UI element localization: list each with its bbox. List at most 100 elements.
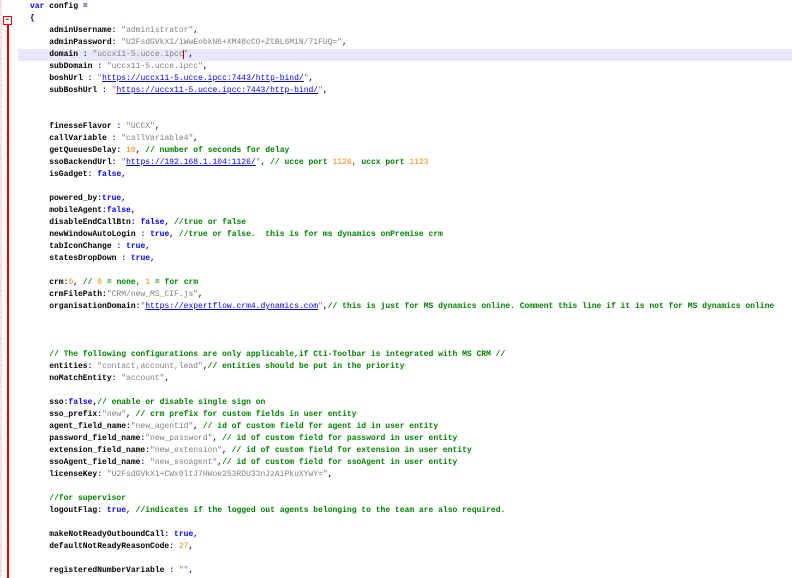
code-token: "callVariable4" xyxy=(121,134,193,143)
code-line[interactable]: { xyxy=(18,13,792,25)
code-line[interactable] xyxy=(18,517,792,529)
code-line[interactable]: powered_by:true, xyxy=(18,193,792,205)
code-area[interactable]: var config ={ adminUsername: "administra… xyxy=(18,1,792,577)
code-line[interactable]: licenseKey: "U2FsdGVkX1+CWx0ltJ7HWoe253R… xyxy=(18,469,792,481)
code-line[interactable]: noMatchEntity: "account", xyxy=(18,373,792,385)
code-line[interactable]: //for supervisor xyxy=(18,493,792,505)
code-line[interactable]: crm:0, // 0 = none, 1 = for crm xyxy=(18,277,792,289)
fold-guide-line xyxy=(7,25,9,578)
code-line[interactable]: organisationDomain:"https://expertflow.c… xyxy=(18,301,792,313)
code-line[interactable] xyxy=(18,97,792,109)
code-token: defaultNotReadyReasonCode xyxy=(49,542,169,551)
code-token xyxy=(30,410,49,419)
code-line[interactable]: newWindowAutoLogin : true, //true or fal… xyxy=(18,229,792,241)
code-line[interactable]: defaultNotReadyReasonCode: 27, xyxy=(18,541,792,553)
code-token xyxy=(30,62,49,71)
code-line[interactable] xyxy=(18,337,792,349)
url-link[interactable]: https://192.168.1.104:1126/ xyxy=(126,158,256,167)
code-line[interactable]: // The following configurations are only… xyxy=(18,349,792,361)
fold-collapse-icon[interactable]: - xyxy=(3,16,12,25)
code-line[interactable]: agent_field_name:"new_agentid", // id of… xyxy=(18,421,792,433)
code-line[interactable]: adminUsername: "administrator", xyxy=(18,25,792,37)
code-token: 1123 xyxy=(409,158,428,167)
code-token xyxy=(30,434,49,443)
code-line[interactable]: mobileAgent:false, xyxy=(18,205,792,217)
code-line[interactable]: callVariable : "callVariable4", xyxy=(18,133,792,145)
code-token xyxy=(30,122,49,131)
code-token: logoutFlag xyxy=(49,506,97,515)
code-line[interactable] xyxy=(18,553,792,565)
code-token: registeredNumberVariable xyxy=(49,566,164,575)
code-token: true xyxy=(107,506,126,515)
code-token xyxy=(30,374,49,383)
code-token: // number of seconds for delay xyxy=(145,146,289,155)
code-token: // id of custom field for extension in u… xyxy=(232,446,472,455)
code-token: , xyxy=(193,530,198,539)
code-line[interactable]: makeNotReadyOutboundCall: true, xyxy=(18,529,792,541)
code-line[interactable] xyxy=(18,265,792,277)
code-token: , xyxy=(193,26,198,35)
code-line[interactable]: finesseFlavor : "UCCX", xyxy=(18,121,792,133)
code-token: // ucce port xyxy=(270,158,332,167)
code-line[interactable]: password_field_name:"new_password", // i… xyxy=(18,433,792,445)
code-line[interactable]: statesDropDown : true, xyxy=(18,253,792,265)
code-line[interactable]: ssoAgent_field_name: "new_ssoagent",// i… xyxy=(18,457,792,469)
code-token: , xyxy=(198,290,203,299)
code-token: callVariable xyxy=(49,134,107,143)
code-token xyxy=(30,350,49,359)
code-token: // this is just for MS dynamics online. … xyxy=(328,302,774,311)
code-token: "new_ssoagent" xyxy=(150,458,217,467)
code-line[interactable]: domain : "uccx11-5.ucce.ipcc", xyxy=(18,49,792,61)
code-line[interactable]: subDomain : "uccx11-5.ucce.ipcc", xyxy=(18,61,792,73)
code-line[interactable]: sso:false,// enable or disable single si… xyxy=(18,397,792,409)
code-token: "new_extension" xyxy=(150,446,222,455)
code-token: true xyxy=(174,530,193,539)
code-token xyxy=(30,278,49,287)
code-line[interactable]: sso_prefix:"new", // crm prefix for cust… xyxy=(18,409,792,421)
code-line[interactable] xyxy=(18,385,792,397)
code-token: "UCCX" xyxy=(126,122,155,131)
code-line[interactable]: getQueuesDelay: 10, // number of seconds… xyxy=(18,145,792,157)
code-line[interactable] xyxy=(18,481,792,493)
code-line[interactable] xyxy=(18,313,792,325)
code-line[interactable] xyxy=(18,325,792,337)
code-token: ssoAgent_field_name xyxy=(49,458,140,467)
code-line[interactable]: var config = xyxy=(18,1,792,13)
code-token xyxy=(30,458,49,467)
url-link[interactable]: https://uccx11-5.ucce.ipcc:7443/http-bin… xyxy=(116,86,318,95)
code-token xyxy=(30,206,49,215)
code-editor[interactable]: - var config ={ adminUsername: "administ… xyxy=(0,0,792,578)
code-line[interactable]: entities: "contact,account,lead",// enti… xyxy=(18,361,792,373)
code-token xyxy=(30,170,49,179)
code-line[interactable]: boshUrl : "https://uccx11-5.ucce.ipcc:74… xyxy=(18,73,792,85)
code-token: noMatchEntity xyxy=(49,374,111,383)
code-token: "new" xyxy=(102,410,126,419)
url-link[interactable]: https://uccx11-5.ucce.ipcc:7443/http-bin… xyxy=(102,74,304,83)
code-token xyxy=(30,158,49,167)
code-token: "CRM/new_MS_CIF.js" xyxy=(107,290,198,299)
code-line[interactable]: crmFilePath:"CRM/new_MS_CIF.js", xyxy=(18,289,792,301)
code-line[interactable] xyxy=(18,109,792,121)
code-token xyxy=(30,566,49,575)
code-line[interactable]: subBoshUrl : "https://uccx11-5.ucce.ipcc… xyxy=(18,85,792,97)
code-token: , xyxy=(131,206,136,215)
code-token xyxy=(30,422,49,431)
code-token: // entities should be put in the priorit… xyxy=(208,362,405,371)
code-line[interactable]: extension_field_name:"new_extension", //… xyxy=(18,445,792,457)
code-token xyxy=(30,290,49,299)
code-line[interactable]: disableEndCallBtn: false, //true or fals… xyxy=(18,217,792,229)
code-line[interactable]: isGadget: false, xyxy=(18,169,792,181)
code-token: sso_prefix xyxy=(49,410,97,419)
code-line[interactable]: tabIconChange : true, xyxy=(18,241,792,253)
code-token: finesseFlavor xyxy=(49,122,111,131)
code-line[interactable]: registeredNumberVariable : "", xyxy=(18,565,792,577)
code-token: statesDropDown xyxy=(49,254,116,263)
code-token: //true or false xyxy=(174,218,246,227)
code-line[interactable] xyxy=(18,181,792,193)
url-link[interactable]: https://expertflow.crm4.dynamics.com xyxy=(145,302,318,311)
code-line[interactable]: adminPassword: "U2FsdGVkX1/iWwEobkN6+XM4… xyxy=(18,37,792,49)
code-token: "U2FsdGVkX1+CWx0ltJ7HWoe253RDU33nJzAiPku… xyxy=(107,470,328,479)
code-line[interactable]: ssoBackendUrl: "https://192.168.1.104:11… xyxy=(18,157,792,169)
code-token: , xyxy=(155,122,160,131)
code-line[interactable]: logoutFlag: true, //indicates if the log… xyxy=(18,505,792,517)
